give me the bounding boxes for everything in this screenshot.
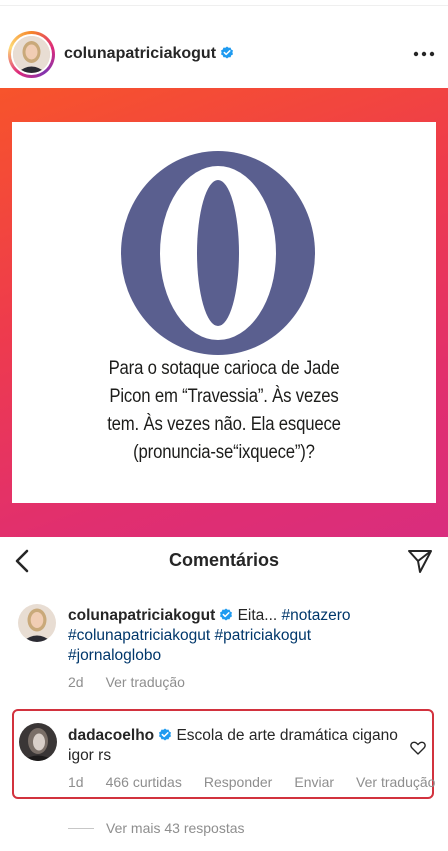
story-ring-avatar[interactable]: [8, 31, 55, 78]
comment-meta: 2d Ver tradução: [68, 674, 185, 690]
view-more-replies[interactable]: Ver mais 43 respostas: [68, 818, 245, 838]
card-line-1: Para o sotaque carioca de Jade: [108, 358, 340, 379]
comment-message: Eita...: [237, 607, 278, 624]
reply-button[interactable]: Responder: [204, 774, 273, 790]
heart-icon[interactable]: [410, 741, 426, 755]
hashtag-link[interactable]: #notazero: [282, 607, 351, 624]
comment-time: 1d: [68, 774, 84, 790]
card-line-4: (pronuncia-se“ixquece”)?: [133, 442, 315, 463]
likes-count[interactable]: 466 curtidas: [106, 774, 182, 790]
comments-header: Comentários: [0, 537, 448, 585]
post-username[interactable]: colunapatriciakogut: [64, 45, 234, 63]
hashtag-link[interactable]: #colunapatriciakogut: [68, 627, 210, 644]
status-divider: [0, 0, 448, 6]
comment-text: colunapatriciakogut Eita... #notazero #c…: [68, 606, 428, 666]
post-header: colunapatriciakogut: [0, 28, 448, 84]
replies-divider: [68, 827, 94, 829]
avatar: [13, 36, 50, 73]
verified-badge-icon: [220, 608, 233, 621]
more-horizontal-icon[interactable]: [413, 46, 435, 62]
post-username-text[interactable]: colunapatriciakogut: [64, 45, 216, 62]
post-image[interactable]: Para o sotaque carioca de Jade Picon em …: [0, 88, 448, 537]
comment-time: 2d: [68, 674, 84, 690]
comment-username[interactable]: colunapatriciakogut: [68, 607, 215, 624]
send-button[interactable]: Enviar: [294, 774, 334, 790]
send-icon[interactable]: [407, 548, 433, 574]
comments-title: Comentários: [168, 550, 280, 570]
hashtag-link[interactable]: #jornaloglobo: [68, 647, 161, 664]
comment-meta: 1d 466 curtidas Responder Enviar Ver tra…: [68, 774, 438, 790]
translate-link[interactable]: Ver tradução: [356, 774, 435, 790]
translate-link[interactable]: Ver tradução: [106, 674, 185, 690]
card-line-3: tem. Às vezes não. Ela esquece: [107, 414, 341, 435]
comment-avatar[interactable]: [18, 604, 56, 642]
card-caption: Para o sotaque carioca de Jade Picon em …: [37, 355, 410, 467]
comment-text: dadacoelho Escola de arte dramática ciga…: [68, 726, 398, 766]
comment-avatar[interactable]: [19, 723, 57, 761]
hashtag-link[interactable]: #patriciakogut: [215, 627, 312, 644]
view-more-replies-label[interactable]: Ver mais 43 respostas: [106, 820, 245, 836]
comment-username[interactable]: dadacoelho: [68, 727, 154, 744]
verified-badge-icon: [221, 46, 234, 59]
verified-badge-icon: [159, 728, 172, 741]
o-globo-logo: [121, 151, 315, 355]
news-card: Para o sotaque carioca de Jade Picon em …: [12, 122, 436, 503]
card-line-2: Picon em “Travessia”. Às vezes: [109, 386, 339, 407]
